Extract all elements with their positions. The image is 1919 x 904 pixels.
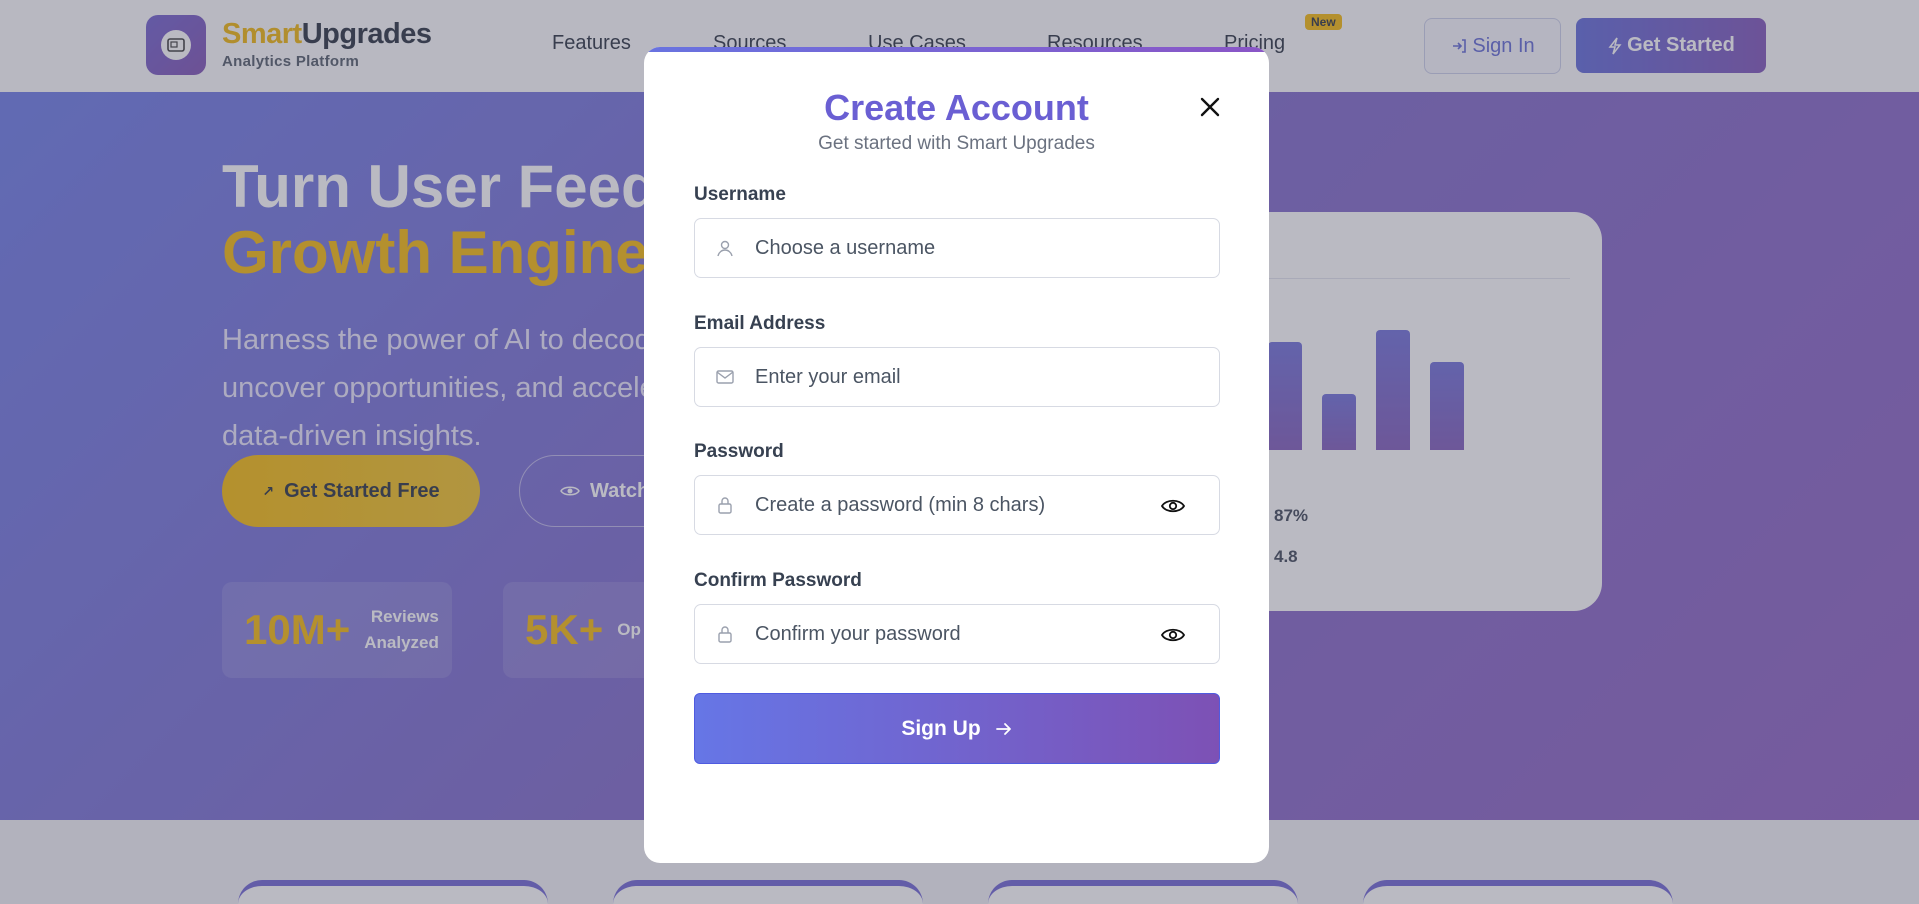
confirm-password-label: Confirm Password — [694, 570, 862, 591]
show-confirm-password-icon[interactable] — [1161, 625, 1185, 645]
create-account-modal: Create Account Get started with Smart Up… — [644, 47, 1269, 863]
close-button[interactable] — [1192, 89, 1228, 125]
user-icon — [717, 240, 733, 257]
modal-subtitle: Get started with Smart Upgrades — [818, 133, 1095, 154]
lock-icon — [718, 497, 732, 514]
username-field[interactable] — [694, 218, 1220, 278]
arrow-right-icon — [995, 722, 1011, 735]
email-field[interactable] — [694, 347, 1220, 407]
sign-up-button[interactable]: Sign Up — [694, 693, 1220, 764]
username-label: Username — [694, 184, 786, 205]
password-label: Password — [694, 441, 784, 462]
username-input[interactable] — [755, 219, 1155, 277]
mail-icon — [716, 370, 734, 384]
close-icon — [1200, 97, 1220, 117]
password-input[interactable] — [755, 476, 1155, 534]
confirm-password-field[interactable] — [694, 604, 1220, 664]
lock-icon — [718, 626, 732, 643]
sign-up-label: Sign Up — [901, 716, 981, 740]
modal-accent-bar — [644, 47, 1269, 52]
password-field[interactable] — [694, 475, 1220, 535]
modal-title: Create Account — [824, 87, 1089, 128]
show-password-icon[interactable] — [1161, 496, 1185, 516]
email-label: Email Address — [694, 313, 826, 334]
confirm-password-input[interactable] — [755, 605, 1155, 663]
email-input[interactable] — [755, 348, 1155, 406]
